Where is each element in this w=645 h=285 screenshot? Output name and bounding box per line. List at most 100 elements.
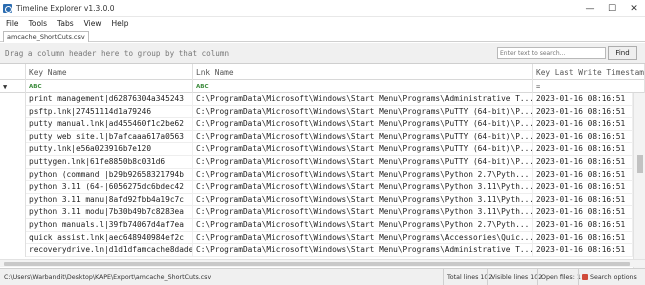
cell-lnk-name[interactable]: C:\ProgramData\Microsoft\Windows\Start M… — [193, 118, 533, 131]
cell-lnk-name[interactable]: C:\ProgramData\Microsoft\Windows\Start M… — [193, 156, 533, 169]
table-row[interactable]: quick assist.lnk|aec648940984ef2c C:\Prog… — [0, 231, 633, 245]
cell-key-last-write[interactable]: 2023-01-16 08:16:51 — [533, 118, 633, 131]
column-header-key-last-write[interactable]: Key Last Write Timestamp — [533, 64, 645, 80]
table-row[interactable]: puttygen.lnk|61fe8850b8c031d6 C:\ProgramD… — [0, 156, 633, 169]
cell-key-last-write[interactable]: 2023-01-16 08:16:51 — [533, 193, 633, 207]
window-controls: — ☐ ✕ — [579, 0, 645, 17]
cell-key-last-write[interactable]: 2023-01-16 08:16:51 — [533, 105, 633, 119]
menu-file[interactable]: File — [6, 19, 19, 28]
cell-key-last-write[interactable]: 2023-01-16 08:16:51 — [533, 168, 633, 182]
cell-key-name[interactable]: python 3.11 (64-|6056275dc6bdec42 — [26, 181, 193, 194]
cell-key-name[interactable]: python (command |b29b92658321794b — [26, 168, 193, 182]
table-row[interactable]: python (command |b29b92658321794b C:\Prog… — [0, 168, 633, 182]
cell-key-name[interactable]: puttygen.lnk|61fe8850b8c031d6 — [26, 156, 193, 169]
row-indicator[interactable] — [0, 130, 26, 144]
auto-filter-row: ▼ ABC ABC = — [0, 80, 645, 93]
cell-key-last-write[interactable]: 2023-01-16 08:16:51 — [533, 93, 633, 106]
table-row[interactable]: recoverydrive.ln|d1d1dfamcache8dade9 C:\P… — [0, 244, 633, 257]
text-filter-icon: ABC — [196, 83, 209, 90]
tab-strip: amcache_ShortCuts.csv — [0, 30, 645, 42]
cell-key-name[interactable]: python 3.11 modu|7b30b49b7c8283ea — [26, 206, 193, 219]
filter-key-name[interactable]: ABC — [26, 80, 193, 93]
row-indicator[interactable] — [0, 219, 26, 232]
cell-key-last-write[interactable]: 2023-01-16 08:16:51 — [533, 130, 633, 144]
close-button[interactable]: ✕ — [623, 0, 645, 17]
row-indicator[interactable] — [0, 231, 26, 245]
data-grid: Key Name Lnk Name Key Last Write Timesta… — [0, 63, 645, 268]
search-input[interactable] — [497, 47, 606, 59]
table-row[interactable]: python 3.11 modu|7b30b49b7c8283ea C:\Prog… — [0, 206, 633, 219]
horizontal-scrollbar[interactable] — [0, 259, 645, 267]
cell-lnk-name[interactable]: C:\ProgramData\Microsoft\Windows\Start M… — [193, 193, 533, 207]
column-header-key-name[interactable]: Key Name — [26, 64, 193, 80]
table-row[interactable]: psftp.lnk|27451114d1a79246 C:\ProgramData… — [0, 105, 633, 119]
row-indicator[interactable] — [0, 93, 26, 106]
cell-lnk-name[interactable]: C:\ProgramData\Microsoft\Windows\Start M… — [193, 105, 533, 119]
cell-lnk-name[interactable]: C:\ProgramData\Microsoft\Windows\Start M… — [193, 244, 533, 257]
menu-help[interactable]: Help — [111, 19, 128, 28]
row-indicator[interactable] — [0, 118, 26, 131]
status-visible-lines: Visible lines 102 — [487, 269, 542, 285]
cell-lnk-name[interactable]: C:\ProgramData\Microsoft\Windows\Start M… — [193, 93, 533, 106]
filter-lnk-name[interactable]: ABC — [193, 80, 533, 93]
cell-lnk-name[interactable]: C:\ProgramData\Microsoft\Windows\Start M… — [193, 168, 533, 182]
row-indicator[interactable] — [0, 168, 26, 182]
cell-key-last-write[interactable]: 2023-01-16 08:16:51 — [533, 181, 633, 194]
search-options-label: Search options — [590, 274, 637, 281]
cell-lnk-name[interactable]: C:\ProgramData\Microsoft\Windows\Start M… — [193, 219, 533, 232]
cell-key-name[interactable]: recoverydrive.ln|d1d1dfamcache8dade9 — [26, 244, 193, 257]
cell-key-last-write[interactable]: 2023-01-16 08:16:51 — [533, 156, 633, 169]
cell-key-name[interactable]: quick assist.lnk|aec648940984ef2c — [26, 231, 193, 245]
cell-key-name[interactable]: python 3.11 manu|8afd92fbb4a19c7c — [26, 193, 193, 207]
menu-tabs[interactable]: Tabs — [57, 19, 74, 28]
cell-lnk-name[interactable]: C:\ProgramData\Microsoft\Windows\Start M… — [193, 130, 533, 144]
maximize-button[interactable]: ☐ — [601, 0, 623, 17]
table-row[interactable]: python 3.11 manu|8afd92fbb4a19c7c C:\Prog… — [0, 193, 633, 207]
row-indicator[interactable] — [0, 193, 26, 207]
table-row[interactable]: putty web site.l|b7afcaaa617a0563 C:\Prog… — [0, 130, 633, 144]
cell-key-name[interactable]: putty.lnk|e56a023916b7e120 — [26, 143, 193, 156]
cell-key-last-write[interactable]: 2023-01-16 08:16:51 — [533, 143, 633, 156]
vertical-scrollbar[interactable] — [633, 93, 645, 268]
column-header-lnk-name[interactable]: Lnk Name — [193, 64, 533, 80]
row-indicator[interactable] — [0, 206, 26, 219]
minimize-button[interactable]: — — [579, 0, 601, 17]
title-bar: Timeline Explorer v1.3.0.0 — ☐ ✕ — [0, 0, 645, 17]
filter-icon: ▼ — [3, 82, 8, 91]
grid-rows: print management|d62876304a345243 C:\Prog… — [0, 93, 633, 268]
search-options-button[interactable]: Search options — [578, 269, 637, 285]
table-row[interactable]: print management|d62876304a345243 C:\Prog… — [0, 93, 633, 106]
row-indicator[interactable] — [0, 105, 26, 119]
table-row[interactable]: putty.lnk|e56a023916b7e120 C:\ProgramData… — [0, 143, 633, 156]
cell-key-name[interactable]: print management|d62876304a345243 — [26, 93, 193, 106]
cell-key-name[interactable]: python manuals.l|39fb74067d4af7ea — [26, 219, 193, 232]
cell-lnk-name[interactable]: C:\ProgramData\Microsoft\Windows\Start M… — [193, 231, 533, 245]
cell-key-last-write[interactable]: 2023-01-16 08:16:51 — [533, 231, 633, 245]
cell-key-last-write[interactable]: 2023-01-16 08:16:51 — [533, 244, 633, 257]
tab-amcache-shortcuts[interactable]: amcache_ShortCuts.csv — [3, 31, 89, 42]
cell-lnk-name[interactable]: C:\ProgramData\Microsoft\Windows\Start M… — [193, 206, 533, 219]
horizontal-scroll-thumb[interactable] — [4, 262, 630, 266]
row-indicator[interactable] — [0, 181, 26, 194]
cell-lnk-name[interactable]: C:\ProgramData\Microsoft\Windows\Start M… — [193, 181, 533, 194]
vertical-scroll-thumb[interactable] — [637, 155, 643, 173]
cell-key-last-write[interactable]: 2023-01-16 08:16:51 — [533, 206, 633, 219]
filter-key-last-write[interactable]: = — [533, 80, 645, 93]
status-total-lines: Total lines 102 — [443, 269, 492, 285]
table-row[interactable]: python 3.11 (64-|6056275dc6bdec42 C:\Prog… — [0, 181, 633, 194]
menu-tools[interactable]: Tools — [29, 19, 47, 28]
cell-lnk-name[interactable]: C:\ProgramData\Microsoft\Windows\Start M… — [193, 143, 533, 156]
cell-key-name[interactable]: putty manual.lnk|ad455460f1c2be62 — [26, 118, 193, 131]
row-indicator[interactable] — [0, 156, 26, 169]
cell-key-last-write[interactable]: 2023-01-16 08:16:51 — [533, 219, 633, 232]
cell-key-name[interactable]: psftp.lnk|27451114d1a79246 — [26, 105, 193, 119]
menu-view[interactable]: View — [84, 19, 102, 28]
table-row[interactable]: python manuals.l|39fb74067d4af7ea C:\Prog… — [0, 219, 633, 232]
table-row[interactable]: putty manual.lnk|ad455460f1c2be62 C:\Prog… — [0, 118, 633, 131]
row-indicator[interactable] — [0, 244, 26, 257]
find-button[interactable]: Find — [608, 46, 637, 60]
cell-key-name[interactable]: putty web site.l|b7afcaaa617a0563 — [26, 130, 193, 144]
search-options-icon — [582, 274, 588, 280]
group-by-hint: Drag a column header here to group by th… — [5, 48, 230, 58]
row-indicator[interactable] — [0, 143, 26, 156]
